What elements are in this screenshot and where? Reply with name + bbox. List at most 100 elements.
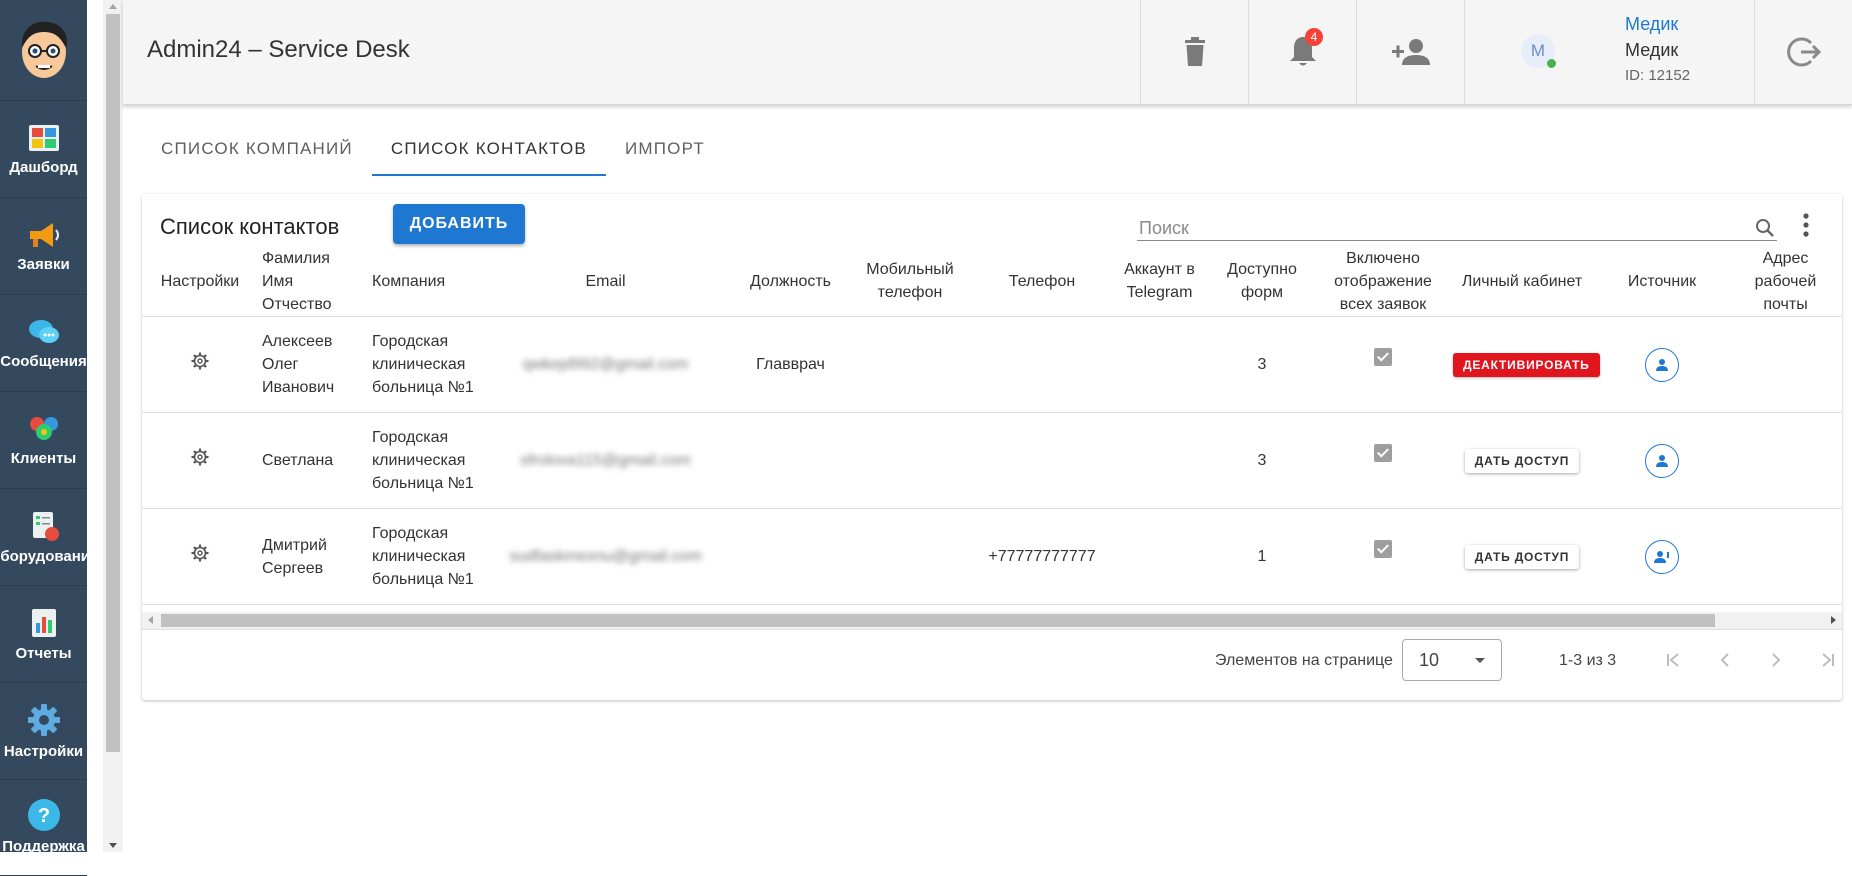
sidebar-item-support[interactable]: ? Поддержка (0, 780, 87, 876)
contact-telegram (1112, 412, 1207, 509)
sidebar-item-dashboard[interactable]: Дашборд (0, 101, 87, 198)
grant-access-button[interactable]: ДАТЬ ДОСТУП (1464, 544, 1580, 569)
dashboard-icon (28, 124, 59, 151)
show-all-cell (1317, 508, 1449, 605)
sidebar-item-reports[interactable]: Отчеты (0, 586, 87, 683)
paginator: Элементов на странице 10 1-3 из 3 (142, 629, 1842, 701)
chevron-right-icon (1772, 653, 1781, 667)
scroll-down-arrow[interactable] (109, 843, 117, 848)
scroll-right-arrow[interactable] (1831, 616, 1836, 624)
items-per-page-select[interactable]: 10 (1402, 639, 1502, 681)
svg-text:?: ? (37, 805, 49, 827)
reports-icon (31, 608, 56, 637)
tab-companies[interactable]: СПИСОК КОМПАНИЙ (142, 128, 372, 176)
column-header[interactable]: Должность (733, 246, 848, 317)
row-settings-gear-icon[interactable] (191, 448, 209, 466)
grant-access-button[interactable]: ДАТЬ ДОСТУП (1464, 448, 1580, 473)
logout-button[interactable] (1754, 0, 1852, 104)
sidebar-item-label: Дашборд (9, 158, 78, 176)
chat-icon (28, 319, 59, 343)
source-button[interactable] (1645, 443, 1679, 478)
table-row[interactable]: Алексеев Олег Иванович Городская клиниче… (142, 316, 1842, 413)
sidebar-item-label: Настройки (3, 742, 84, 760)
scrollbar-thumb[interactable] (161, 614, 1715, 627)
tab-contacts[interactable]: СПИСОК КОНТАКТОВ (371, 128, 606, 176)
scroll-up-arrow[interactable] (109, 4, 117, 9)
sidebar-item-label: Клиенты (10, 449, 77, 467)
show-all-checkbox[interactable] (1374, 540, 1392, 558)
sidebar-item-label: Поддержка (2, 838, 85, 855)
column-header[interactable]: Аккаунт в Telegram (1112, 246, 1207, 317)
work-email-cell (1729, 508, 1842, 605)
chevron-left-icon (1720, 653, 1729, 667)
table-row[interactable]: Светлана Городская клиническая больница … (142, 412, 1842, 509)
show-all-checkbox[interactable] (1374, 444, 1392, 462)
previous-page-button[interactable] (1709, 644, 1741, 676)
contact-company: Городская клиническая больница №1 (368, 508, 478, 605)
help-icon: ? (27, 799, 60, 831)
scroll-left-arrow[interactable] (148, 616, 153, 624)
page-scrollbar[interactable] (103, 0, 123, 852)
search-input[interactable] (1137, 216, 1741, 240)
equipment-icon (32, 511, 59, 541)
column-header[interactable]: Фамилия Имя Отчество (258, 246, 368, 317)
row-settings-gear-icon[interactable] (191, 544, 209, 562)
page-title: Список контактов (160, 214, 340, 239)
column-header[interactable]: Включено отображение всех заявок (1317, 246, 1449, 317)
more-vert-icon[interactable] (1802, 212, 1810, 238)
user-profile-link[interactable]: Медик (1625, 14, 1678, 35)
cabinet-cell: ДАТЬ ДОСТУП (1449, 412, 1595, 509)
contact-telegram (1112, 316, 1207, 413)
source-button[interactable] (1645, 539, 1679, 574)
next-page-button[interactable] (1760, 644, 1792, 676)
contact-position (733, 412, 848, 509)
sidebar-item-messages[interactable]: Сообщения (0, 295, 87, 392)
deactivate-button[interactable]: ДЕАКТИВИРОВАТЬ (1453, 352, 1600, 377)
last-page-button[interactable] (1811, 644, 1843, 676)
contact-company: Городская клиническая больница №1 (368, 316, 478, 413)
table-row[interactable]: Дмитрий Сергеев Городская клиническая бо… (142, 508, 1842, 605)
sidebar-item-clients[interactable]: Клиенты (0, 392, 87, 489)
sidebar-item-label: Сообщения (0, 352, 87, 370)
sidebar-item-requests[interactable]: Заявки (0, 198, 87, 295)
source-button[interactable] (1645, 347, 1679, 382)
sidebar-item-equipment[interactable]: Оборудование (0, 489, 98, 586)
column-header[interactable]: Телефон (972, 246, 1112, 317)
settings-cell (142, 508, 258, 605)
show-all-checkbox[interactable] (1374, 348, 1392, 366)
sidebar-item-label: Отчеты (15, 644, 72, 662)
tab-import[interactable]: ИМПОРТ (606, 128, 724, 176)
table-horizontal-scrollbar[interactable] (142, 612, 1842, 629)
trash-button[interactable] (1140, 0, 1249, 104)
column-header[interactable]: Доступно форм (1207, 246, 1317, 317)
column-header[interactable]: Адрес рабочей почты (1729, 246, 1842, 317)
contacts-table: Настройки Фамилия Имя Отчество Компания … (142, 246, 1842, 605)
avatar-logo-icon (21, 21, 67, 78)
search-icon[interactable] (1755, 218, 1775, 238)
contact-forms: 3 (1207, 412, 1317, 509)
row-settings-gear-icon[interactable] (191, 352, 209, 370)
add-button[interactable]: ДОБАВИТЬ (393, 204, 525, 244)
column-header[interactable]: Компания (368, 246, 478, 317)
app-logo[interactable] (0, 0, 87, 101)
gear-icon (27, 703, 60, 736)
sidebar-item-settings[interactable]: Настройки (0, 683, 87, 780)
user-panel[interactable]: M Медик Медик ID: 12152 (1464, 0, 1755, 104)
contact-phone: +77777777777 (972, 508, 1112, 605)
column-header[interactable]: Мобильный телефон (848, 246, 972, 317)
column-header[interactable]: Источник (1595, 246, 1729, 317)
contact-forms: 1 (1207, 508, 1317, 605)
user-id: ID: 12152 (1625, 67, 1691, 84)
column-header[interactable]: Личный кабинет (1449, 246, 1595, 317)
source-cell (1595, 316, 1729, 413)
first-page-button[interactable] (1658, 644, 1690, 676)
contact-forms: 3 (1207, 316, 1317, 413)
column-header[interactable]: Email (478, 246, 733, 317)
column-header: Настройки (142, 246, 258, 317)
contact-email: sfrolova115@gmail.com (478, 412, 733, 509)
notifications-button[interactable]: 4 (1248, 0, 1357, 104)
add-user-button[interactable] (1356, 0, 1465, 104)
top-bar: Admin24 – Service Desk 4 M Медик Медик I… (123, 0, 1852, 105)
scrollbar-thumb[interactable] (106, 14, 120, 752)
settings-cell (142, 316, 258, 413)
